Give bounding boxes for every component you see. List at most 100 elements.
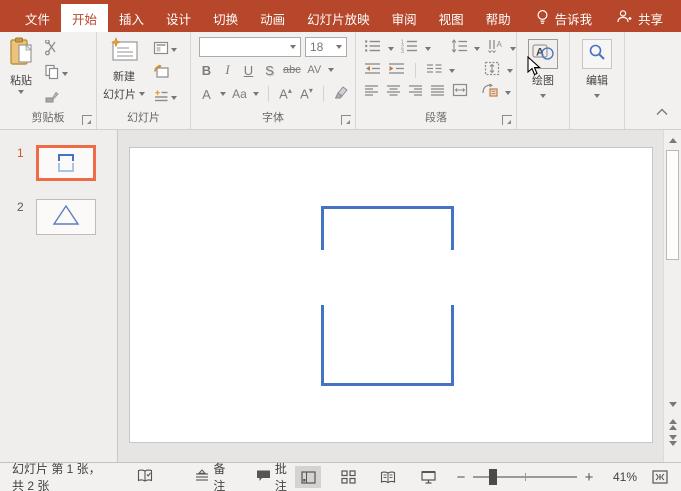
scrollbar-thumb[interactable] (666, 150, 679, 260)
section-button[interactable] (151, 88, 179, 108)
tell-me-control[interactable]: 告诉我 (536, 4, 592, 32)
line-spacing-caret[interactable] (474, 46, 480, 51)
align-justify-icon[interactable] (430, 84, 445, 102)
decrease-font-button[interactable]: A▾ (299, 86, 314, 101)
square-shape-bottom-segment[interactable] (321, 305, 454, 386)
tab-animations[interactable]: 动画 (249, 4, 296, 32)
tab-file[interactable]: 文件 (14, 4, 61, 32)
slideshow-view-button[interactable] (415, 466, 441, 488)
square-shape-top-segment[interactable] (321, 206, 454, 250)
new-slide-dropdown-caret[interactable] (139, 92, 145, 96)
paste-dropdown-caret[interactable] (18, 90, 24, 94)
notes-button[interactable]: 备注 (187, 462, 233, 491)
copy-icon (44, 64, 60, 85)
font-name-combo[interactable] (199, 37, 301, 57)
smartart-caret[interactable] (505, 90, 511, 95)
previous-slide-button[interactable] (665, 416, 681, 432)
distribute-columns-icon[interactable] (452, 83, 468, 102)
line-spacing-icon[interactable] (451, 39, 467, 58)
character-spacing-caret[interactable] (327, 68, 334, 72)
font-dialog-launcher-icon[interactable] (341, 115, 351, 125)
format-painter-button[interactable] (42, 88, 70, 108)
align-left-icon[interactable] (364, 84, 379, 102)
vertical-scrollbar[interactable] (663, 130, 681, 462)
columns-caret[interactable] (449, 68, 455, 73)
clear-formatting-icon[interactable] (333, 85, 348, 104)
slide-editing-surface[interactable] (129, 147, 653, 443)
font-color-caret[interactable] (220, 92, 226, 96)
copy-button[interactable] (42, 64, 70, 84)
increase-font-button[interactable]: A▴ (278, 86, 293, 101)
slide-thumbnail-2[interactable] (36, 199, 96, 235)
character-spacing-button[interactable]: AV (307, 64, 322, 76)
paragraph-dialog-launcher-icon[interactable] (502, 115, 512, 125)
increase-indent-icon[interactable] (388, 62, 405, 80)
zoom-in-button[interactable]: + (583, 469, 595, 486)
align-center-icon[interactable] (386, 84, 401, 102)
tab-transitions[interactable]: 切换 (202, 4, 249, 32)
section-dropdown-caret[interactable] (171, 96, 177, 100)
zoom-slider[interactable] (473, 469, 577, 485)
zoom-out-button[interactable]: − (455, 469, 467, 486)
italic-button[interactable]: I (220, 62, 235, 78)
scroll-down-button[interactable] (665, 396, 681, 412)
new-slide-button[interactable]: 新建 幻灯片 (103, 37, 145, 108)
fit-slide-to-window-button[interactable] (647, 466, 673, 488)
columns-icon[interactable] (426, 62, 442, 80)
collapse-ribbon-chevron-icon[interactable] (655, 103, 669, 121)
text-direction-icon[interactable]: A (487, 39, 503, 58)
font-group: 18 B I U S abc AV A Aa A▴ A▾ 字体 (191, 32, 356, 129)
tab-slideshow[interactable]: 幻灯片放映 (296, 4, 381, 32)
slide-thumbnail-1[interactable] (36, 145, 96, 181)
layout-dropdown-caret[interactable] (171, 48, 177, 52)
slide-sorter-view-button[interactable] (335, 466, 361, 488)
tab-review[interactable]: 审阅 (381, 4, 428, 32)
slide-number-status[interactable]: 幻灯片 第 1 张，共 2 张 (0, 462, 111, 491)
paste-button[interactable]: 粘贴 (8, 37, 34, 108)
clipboard-dialog-launcher-icon[interactable] (82, 115, 92, 125)
next-slide-button[interactable] (665, 432, 681, 448)
tab-help[interactable]: 帮助 (475, 4, 522, 32)
normal-view-button[interactable] (295, 466, 321, 488)
cut-button[interactable] (42, 38, 70, 60)
text-shadow-button[interactable]: S (262, 63, 277, 78)
text-direction-caret[interactable] (510, 46, 516, 51)
bullets-icon[interactable] (364, 39, 381, 58)
smartart-icon[interactable] (481, 83, 498, 102)
editing-dropdown-caret[interactable] (594, 94, 600, 98)
tab-view[interactable]: 视图 (428, 4, 475, 32)
zoom-slider-thumb[interactable] (489, 469, 497, 485)
align-text-icon[interactable] (484, 61, 500, 81)
drawing-dropdown-caret[interactable] (540, 94, 546, 98)
bullets-caret[interactable] (388, 46, 394, 51)
underline-button[interactable]: U (241, 63, 256, 78)
font-group-label: 字体 (262, 112, 284, 124)
font-color-button[interactable]: A (199, 87, 214, 102)
share-person-icon (616, 9, 632, 27)
change-case-button[interactable]: Aa (232, 87, 247, 101)
ribbon-spacer (625, 32, 681, 129)
decrease-indent-icon[interactable] (364, 62, 381, 80)
share-button[interactable]: 共享 (616, 4, 681, 32)
font-size-combo[interactable]: 18 (305, 37, 347, 57)
align-text-caret[interactable] (507, 68, 513, 73)
tab-home[interactable]: 开始 (61, 4, 109, 32)
change-case-caret[interactable] (253, 92, 259, 96)
numbering-icon[interactable]: 123 (401, 39, 418, 58)
tab-design[interactable]: 设计 (155, 4, 202, 32)
reading-view-button[interactable] (375, 466, 401, 488)
comments-button[interactable]: 批注 (248, 462, 295, 491)
slide-layout-button[interactable] (151, 40, 179, 60)
numbering-caret[interactable] (425, 46, 431, 51)
scroll-up-button[interactable] (665, 132, 681, 148)
bold-button[interactable]: B (199, 63, 214, 78)
editing-button[interactable] (582, 39, 612, 69)
slide-canvas[interactable] (119, 130, 663, 462)
strikethrough-button[interactable]: abc (283, 64, 301, 76)
spellcheck-button[interactable] (129, 463, 161, 491)
reset-slide-button[interactable] (151, 64, 179, 84)
tab-insert[interactable]: 插入 (108, 4, 155, 32)
copy-dropdown-caret[interactable] (62, 72, 68, 76)
align-right-icon[interactable] (408, 84, 423, 102)
zoom-percentage[interactable]: 41% (603, 470, 637, 484)
